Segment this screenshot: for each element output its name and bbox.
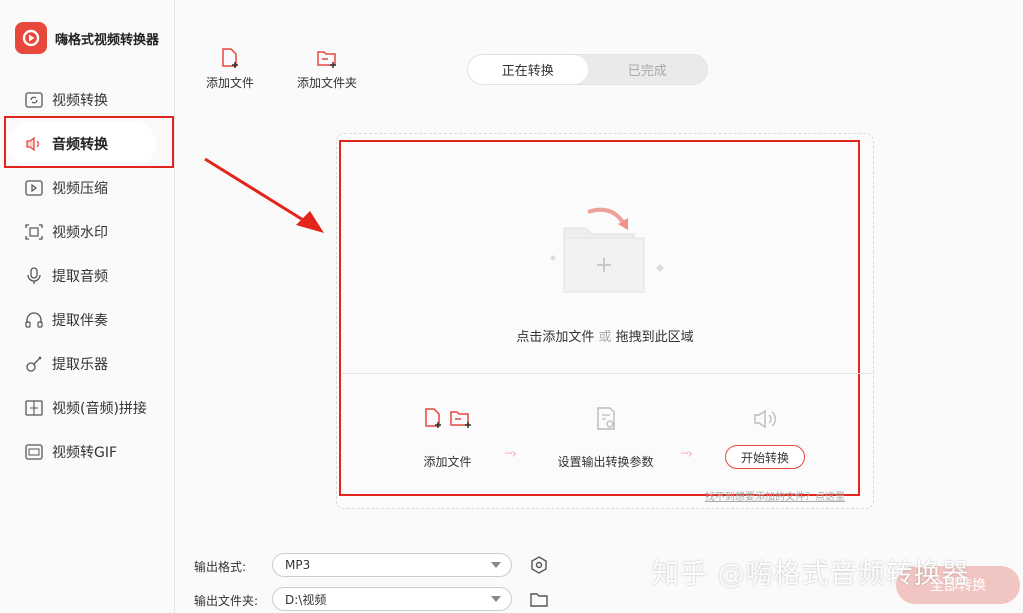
output-folder-select[interactable]: D:\视频	[272, 587, 512, 611]
add-folder-icon	[449, 408, 473, 433]
settings-doc-icon	[595, 406, 617, 434]
sidebar-nav: 视频转换 音频转换 视频压缩 视频水印 提取音频 提取伴奏 提取乐器 视频(音频…	[8, 78, 168, 474]
add-file-label: 添加文件	[205, 76, 254, 90]
sidebar-item-label: 视频转GIF	[52, 445, 118, 461]
add-file-icon	[220, 48, 240, 70]
add-folder-icon	[316, 48, 338, 70]
audio-speaker-icon	[24, 134, 44, 154]
help-link[interactable]: 找不到想要添加的文件？点这里	[705, 488, 845, 503]
output-folder-value: D:\视频	[285, 592, 327, 607]
add-folder-label: 添加文件夹	[296, 76, 357, 90]
divider	[342, 373, 874, 374]
start-convert-button[interactable]: 开始转换	[725, 445, 805, 469]
sidebar-item-label: 视频(音频)拼接	[52, 401, 147, 417]
gif-icon	[24, 442, 44, 462]
watermark-icon	[24, 222, 44, 242]
toolbar: 添加文件 添加文件夹	[195, 48, 367, 91]
sidebar: 嗨格式视频转换器 视频转换 音频转换 视频压缩 视频水印 提取音频 提取伴奏 提…	[0, 0, 175, 613]
headphone-icon	[24, 310, 44, 330]
sidebar-item-extract-audio[interactable]: 提取音频	[8, 254, 168, 298]
app-logo-icon	[15, 22, 47, 54]
convert-all-button[interactable]: 全部转换	[896, 566, 1020, 604]
chevron-down-icon	[491, 596, 501, 602]
drop-hint-click: 点击添加文件	[516, 330, 595, 345]
step-add-file: 添加文件	[405, 406, 490, 470]
step-settings: 设置输出转换参数	[553, 406, 658, 470]
folder-drop-icon[interactable]	[540, 206, 670, 306]
sidebar-item-video-compress[interactable]: 视频压缩	[8, 166, 168, 210]
microphone-icon	[24, 266, 44, 286]
video-compress-icon	[24, 178, 44, 198]
drop-hint-or: 或	[598, 330, 612, 345]
output-folder-label: 输出文件夹:	[194, 594, 259, 608]
sidebar-item-label: 提取伴奏	[52, 313, 108, 329]
guitar-icon	[24, 354, 44, 374]
video-convert-icon	[24, 90, 44, 110]
annotation-arrow-icon	[204, 157, 324, 233]
app-name: 嗨格式视频转换器	[55, 32, 160, 48]
step-arrow-icon: ···›	[504, 446, 517, 462]
sidebar-item-video-watermark[interactable]: 视频水印	[8, 210, 168, 254]
step-start	[745, 406, 785, 434]
drop-hint-drag: 拖拽到此区域	[615, 330, 694, 345]
sidebar-item-video-convert[interactable]: 视频转换	[8, 78, 168, 122]
drop-hint: 点击添加文件 或 拖拽到此区域	[336, 326, 874, 345]
format-settings-icon[interactable]	[530, 556, 548, 574]
sidebar-item-extract-instrument[interactable]: 提取乐器	[8, 342, 168, 386]
step-add-file-label: 添加文件	[423, 455, 472, 469]
sidebar-item-video-to-gif[interactable]: 视频转GIF	[8, 430, 168, 474]
merge-icon	[24, 398, 44, 418]
chevron-down-icon	[491, 562, 501, 568]
brand: 嗨格式视频转换器	[15, 22, 159, 54]
status-tabs: 正在转换 已完成	[467, 54, 708, 85]
step-settings-label: 设置输出转换参数	[557, 455, 654, 469]
sidebar-item-extract-accompaniment[interactable]: 提取伴奏	[8, 298, 168, 342]
audio-speaker-icon	[752, 408, 778, 433]
add-file-button[interactable]: 添加文件	[195, 48, 265, 91]
sidebar-item-label: 音频转换	[52, 137, 108, 153]
add-folder-button[interactable]: 添加文件夹	[287, 48, 367, 91]
tab-completed[interactable]: 已完成	[588, 55, 708, 84]
step-arrow-icon: ···›	[680, 446, 693, 462]
sidebar-item-label: 视频转换	[52, 93, 108, 109]
sidebar-item-label: 提取音频	[52, 269, 108, 285]
sidebar-item-label: 视频水印	[52, 225, 108, 241]
add-file-icon	[423, 407, 443, 433]
sidebar-item-label: 视频压缩	[52, 181, 108, 197]
output-format-label: 输出格式:	[194, 560, 247, 574]
sidebar-item-label: 提取乐器	[52, 357, 108, 373]
output-format-select[interactable]: MP3	[272, 553, 512, 577]
tab-converting[interactable]: 正在转换	[468, 55, 588, 84]
sidebar-item-audio-convert[interactable]: 音频转换	[8, 122, 156, 166]
open-folder-icon[interactable]	[530, 590, 548, 608]
sidebar-item-merge[interactable]: 视频(音频)拼接	[8, 386, 168, 430]
output-format-value: MP3	[285, 558, 311, 572]
